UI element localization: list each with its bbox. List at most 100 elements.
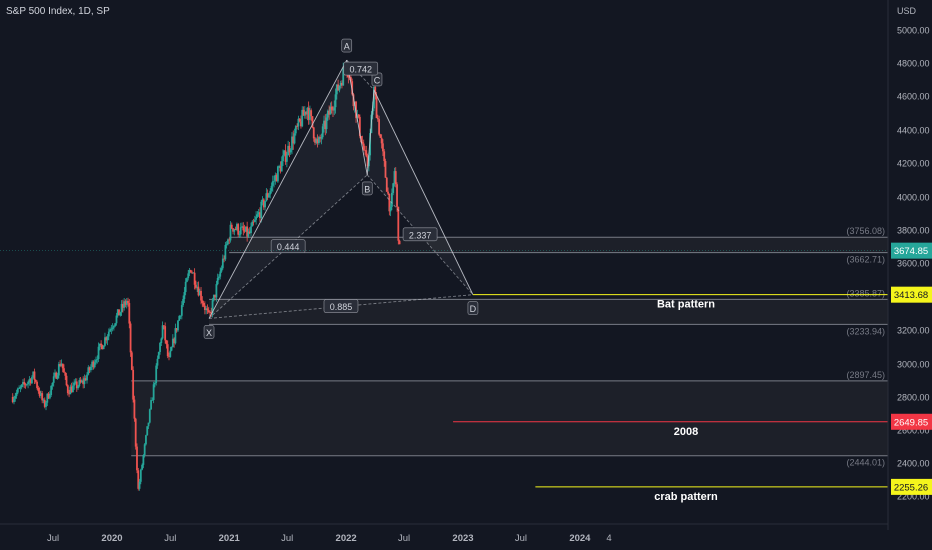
candle-body (242, 226, 245, 231)
candle-body (269, 190, 272, 195)
candle-body (51, 382, 54, 386)
candle-body (182, 299, 184, 306)
candle-body (239, 227, 242, 235)
candle-body (310, 110, 313, 117)
zone-rect[interactable] (229, 237, 888, 253)
pattern-point-x: X (206, 328, 212, 338)
candle-body (34, 379, 37, 382)
candle-body (184, 281, 187, 293)
candle-body (56, 375, 59, 379)
candle-body (178, 316, 181, 321)
chart-canvas[interactable]: (3756.08) (3662.71) (3385.87) (3233.94) (289… (0, 0, 932, 550)
candle-body (33, 371, 36, 380)
zone-bottom-label: (2444.01) (846, 458, 885, 468)
candle-body (19, 387, 22, 389)
candle-body (215, 284, 218, 298)
candle-body (221, 258, 224, 269)
symbol-title[interactable]: S&P 500 Index, 1D, SP (6, 6, 110, 17)
candle-body (64, 372, 67, 376)
candle-body (93, 362, 96, 368)
candle-body (110, 328, 113, 330)
candle-body (102, 345, 105, 350)
candle-body (253, 219, 256, 222)
candle-body (115, 315, 118, 324)
candle-body (282, 155, 284, 162)
candle-body (61, 363, 64, 369)
candle-body (152, 384, 155, 400)
candle-body (41, 393, 44, 401)
zone-rect[interactable] (209, 299, 888, 325)
candle-body (365, 150, 368, 157)
candle-body (132, 369, 135, 400)
zone-rect[interactable] (131, 380, 888, 456)
candle-body (136, 446, 138, 471)
time-tick-label: 2024 (569, 533, 591, 544)
chart-background (0, 0, 932, 550)
candle-body (256, 214, 259, 217)
time-tick-label: 2020 (101, 533, 122, 544)
price-tick-label: 4800.00 (897, 59, 930, 69)
candle-body (63, 368, 65, 373)
candle-body (52, 376, 55, 383)
candle-body (155, 365, 158, 383)
time-tick-label: Jul (164, 533, 176, 544)
time-tick-label: Jul (515, 533, 527, 544)
candle-body (186, 278, 188, 282)
line-price-label: 2255.26 (894, 482, 928, 493)
candle-body (224, 245, 227, 260)
candle-body (397, 206, 400, 241)
zone-bottom-label: (3233.94) (846, 326, 885, 336)
candle-body (111, 327, 114, 329)
candle-body (177, 320, 179, 331)
candle-body (218, 276, 220, 279)
candle-body (169, 350, 172, 357)
price-tick-label: 4600.00 (897, 92, 930, 102)
time-tick-label: 4 (606, 533, 611, 544)
candle-body (97, 346, 100, 359)
price-tick-label: 3200.00 (897, 326, 930, 336)
candle-body (276, 166, 279, 182)
candle-body (145, 435, 147, 445)
pattern-point-d: D (470, 304, 477, 314)
candle-body (133, 399, 136, 419)
pattern-point-b: B (364, 184, 370, 194)
candle-body (216, 278, 219, 285)
candle-body (157, 351, 160, 359)
candle-body (285, 155, 288, 162)
candle-body (183, 292, 186, 300)
price-tick-label: 4200.00 (897, 159, 930, 169)
candle-body (72, 385, 74, 393)
candle-body (25, 384, 28, 386)
pattern-point-a: A (344, 42, 350, 52)
candle-body (160, 338, 163, 344)
candle-body (16, 388, 19, 393)
price-tick-label: 2800.00 (897, 393, 930, 403)
candle-body (162, 325, 165, 327)
candle-body (96, 358, 99, 360)
candle-body (48, 395, 51, 399)
zone-top-label: (2897.45) (846, 370, 885, 380)
time-tick-label: Jul (398, 533, 410, 544)
candle-body (294, 126, 297, 134)
candle-body (129, 323, 132, 353)
candle-body (225, 244, 228, 246)
candle-body (298, 118, 301, 122)
candle-body (179, 315, 182, 317)
candle-body (237, 224, 240, 235)
candle-body (141, 464, 144, 470)
candle-body (128, 303, 131, 324)
candle-body (170, 347, 173, 351)
candle-body (271, 181, 274, 186)
candle-body (161, 325, 164, 339)
time-tick-label: Jul (281, 533, 293, 544)
candle-body (139, 469, 142, 482)
candle-body (86, 374, 88, 381)
candle-body (106, 336, 109, 341)
candle-body (154, 382, 156, 385)
candle-body (147, 422, 150, 427)
candle-body (77, 385, 79, 389)
candle-body (357, 114, 360, 117)
candle-body (201, 300, 204, 304)
candle-body (45, 402, 47, 407)
candle-body (27, 381, 29, 385)
